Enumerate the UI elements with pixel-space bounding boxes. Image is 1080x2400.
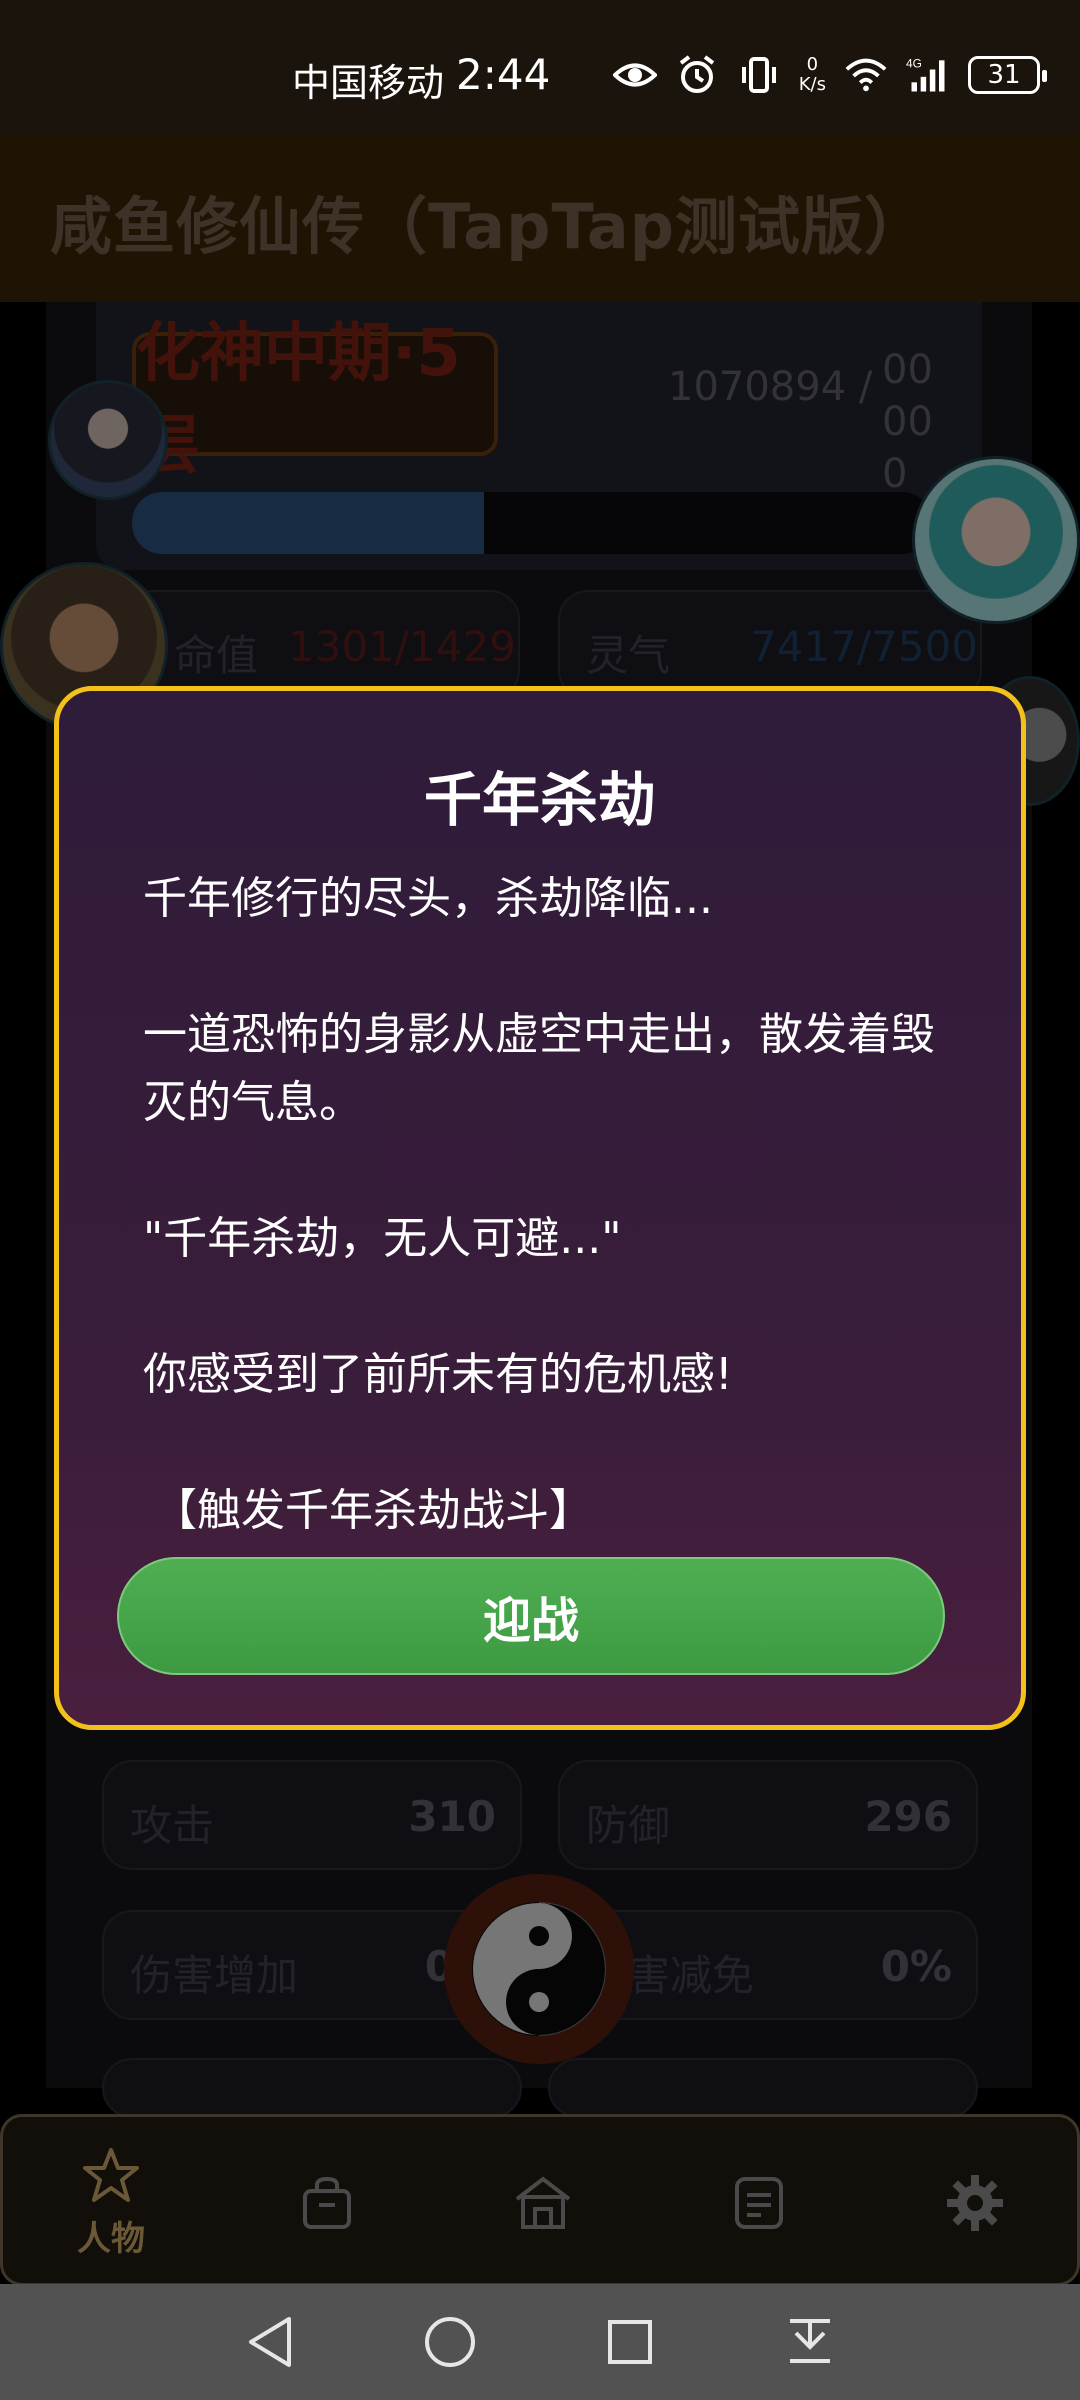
event-dialog: 千年杀劫 千年修行的尽头，杀劫降临... 一道恐怖的身影从虚空中走出，散发着毁灭…: [54, 686, 1026, 1730]
tab-settings[interactable]: [867, 2117, 1080, 2289]
dialog-line: 一道恐怖的身影从虚空中走出，散发着毁灭的气息。: [143, 1009, 935, 1128]
notifications-icon[interactable]: [775, 2307, 845, 2377]
list-icon: [735, 2177, 783, 2229]
recents-icon[interactable]: [595, 2307, 665, 2377]
tab-character[interactable]: 人物: [3, 2117, 219, 2289]
tab-home[interactable]: [435, 2117, 651, 2289]
star-icon: [83, 2147, 139, 2202]
vibrate-icon: [737, 53, 781, 97]
gear-icon: [947, 2175, 1003, 2231]
net-speed-value: 0: [806, 54, 819, 75]
net-speed: 0 K/s: [799, 55, 826, 95]
dialog-line: 千年修行的尽头，杀劫降临...: [143, 873, 713, 924]
tab-bag[interactable]: [219, 2117, 435, 2289]
home-icon: [515, 2176, 571, 2229]
tab-tasks[interactable]: [651, 2117, 867, 2289]
back-icon[interactable]: [235, 2307, 305, 2377]
net-speed-unit: K/s: [798, 74, 826, 95]
network-type-label: 4G: [906, 57, 922, 71]
clock: 2:44: [456, 50, 551, 99]
accept-battle-button[interactable]: 迎战: [117, 1557, 945, 1675]
wifi-icon: [844, 53, 888, 97]
status-bar: 中国移动 2:44 0 K/s 4G 31: [0, 0, 1080, 134]
system-nav-bar: [0, 2284, 1080, 2400]
home-circle-icon[interactable]: [415, 2307, 485, 2377]
tab-label: 人物: [77, 2218, 145, 2259]
battery-level: 31: [987, 60, 1021, 90]
alarm-icon: [675, 53, 719, 97]
dialog-body: 千年修行的尽头，杀劫降临... 一道恐怖的身影从虚空中走出，散发着毁灭的气息。 …: [143, 865, 963, 1545]
carrier-name: 中国移动: [292, 61, 445, 105]
dialog-line: "千年杀劫，无人可避...": [143, 1213, 622, 1264]
signal-icon: 4G: [906, 53, 950, 97]
dialog-line: 【触发千年杀劫战斗】: [153, 1485, 593, 1536]
battery-icon: 31: [968, 56, 1047, 94]
eye-icon: [612, 53, 657, 97]
dialog-title: 千年杀劫: [423, 766, 656, 834]
dialog-line: 你感受到了前所未有的危机感!: [143, 1349, 733, 1400]
bottom-tab-bar: 人物: [0, 2114, 1080, 2286]
bag-icon: [303, 2176, 351, 2229]
status-icons: 0 K/s 4G 31: [612, 50, 1047, 100]
